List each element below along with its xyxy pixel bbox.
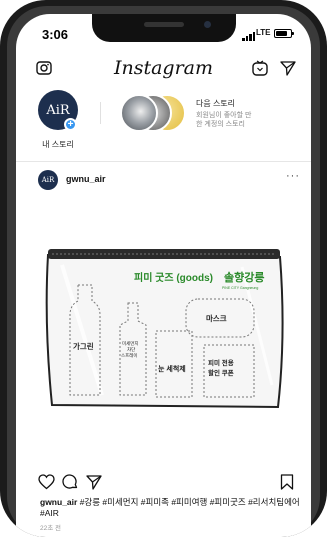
front-camera [204, 21, 211, 28]
next-story-subtitle: 회원님이 좋아할 만 한 계정의 스토리 [196, 111, 251, 129]
post-timestamp: 22초 전 [40, 525, 61, 532]
post-avatar[interactable]: AiR [38, 170, 58, 190]
more-options-icon[interactable]: ··· [286, 170, 300, 182]
battery-icon [274, 29, 294, 38]
caption-username[interactable]: gwnu_air [40, 497, 77, 507]
comment-icon[interactable] [62, 474, 78, 495]
network-label: LTE [256, 28, 271, 37]
post-header: AiR gwnu_air ··· [16, 163, 311, 197]
my-story-label: 내 스토리 [42, 140, 74, 149]
suggested-stories-avatars[interactable] [120, 94, 190, 134]
brand-small: PINE CITY Gangneung [222, 286, 258, 290]
divider [100, 102, 101, 124]
label-coupon-2: 할인 쿠폰 [208, 368, 234, 377]
brand-script: 솔향강릉 [224, 270, 264, 284]
heart-icon[interactable] [38, 474, 55, 495]
app-header: Instagram [16, 52, 311, 86]
next-story-info[interactable]: 다음 스토리 회원님이 좋아할 만 한 계정의 스토리 [196, 98, 251, 129]
signal-icon [242, 32, 255, 41]
post-actions [16, 472, 311, 496]
direct-message-icon[interactable] [280, 60, 296, 81]
label-coupon-1: 피미 전용 [208, 358, 234, 367]
subtitle-line: 한 계정의 스토리 [196, 121, 245, 128]
label-eyewash: 눈 세척제 [158, 364, 186, 373]
brand-line: 피미 굿즈 (goods) [134, 271, 213, 284]
label-mask: 마스크 [206, 313, 227, 323]
igtv-icon[interactable] [252, 60, 268, 81]
post-caption: gwnu_air #강릉 #미세먼지 #피미족 #피미여행 #피미굿즈 #리서치… [40, 497, 302, 519]
battery-level [276, 31, 288, 36]
share-icon[interactable] [86, 474, 102, 495]
my-story[interactable]: AiR + 내 스토리 [34, 90, 84, 150]
bookmark-icon[interactable] [280, 474, 294, 495]
post-image[interactable]: 피미 굿즈 (goods) 솔향강릉 PINE CITY Gangneung 가… [16, 197, 311, 470]
label-spray-3: 스프레이 [121, 352, 138, 359]
caption-text: #강릉 #미세먼지 #피미족 #피미여행 #피미굿즈 #리서치팀에어 #AIR [40, 497, 300, 518]
phone-screen: 3:06 LTE Instagram AiR + 내 스토리 다음 스토리 회원… [16, 14, 311, 537]
label-bottle: 가그린 [73, 341, 94, 351]
clear-pouch-illustration: 피미 굿즈 (goods) 솔향강릉 PINE CITY Gangneung 가… [45, 249, 284, 409]
story-avatar [120, 94, 158, 132]
status-time: 3:06 [42, 27, 69, 42]
speaker-grille [144, 22, 184, 27]
stories-tray: AiR + 내 스토리 다음 스토리 회원님이 좋아할 만 한 계정의 스토리 [16, 86, 311, 162]
notch [92, 14, 236, 42]
post-username[interactable]: gwnu_air [66, 174, 106, 184]
label-spray-2: 차단 [127, 346, 135, 353]
label-spray-1: 미세먼지 [122, 340, 139, 347]
phone-frame: 3:06 LTE Instagram AiR + 내 스토리 다음 스토리 회원… [0, 0, 327, 537]
next-story-title: 다음 스토리 [196, 99, 236, 108]
add-story-icon[interactable]: + [64, 118, 77, 131]
subtitle-line: 회원님이 좋아할 만 [196, 112, 252, 119]
